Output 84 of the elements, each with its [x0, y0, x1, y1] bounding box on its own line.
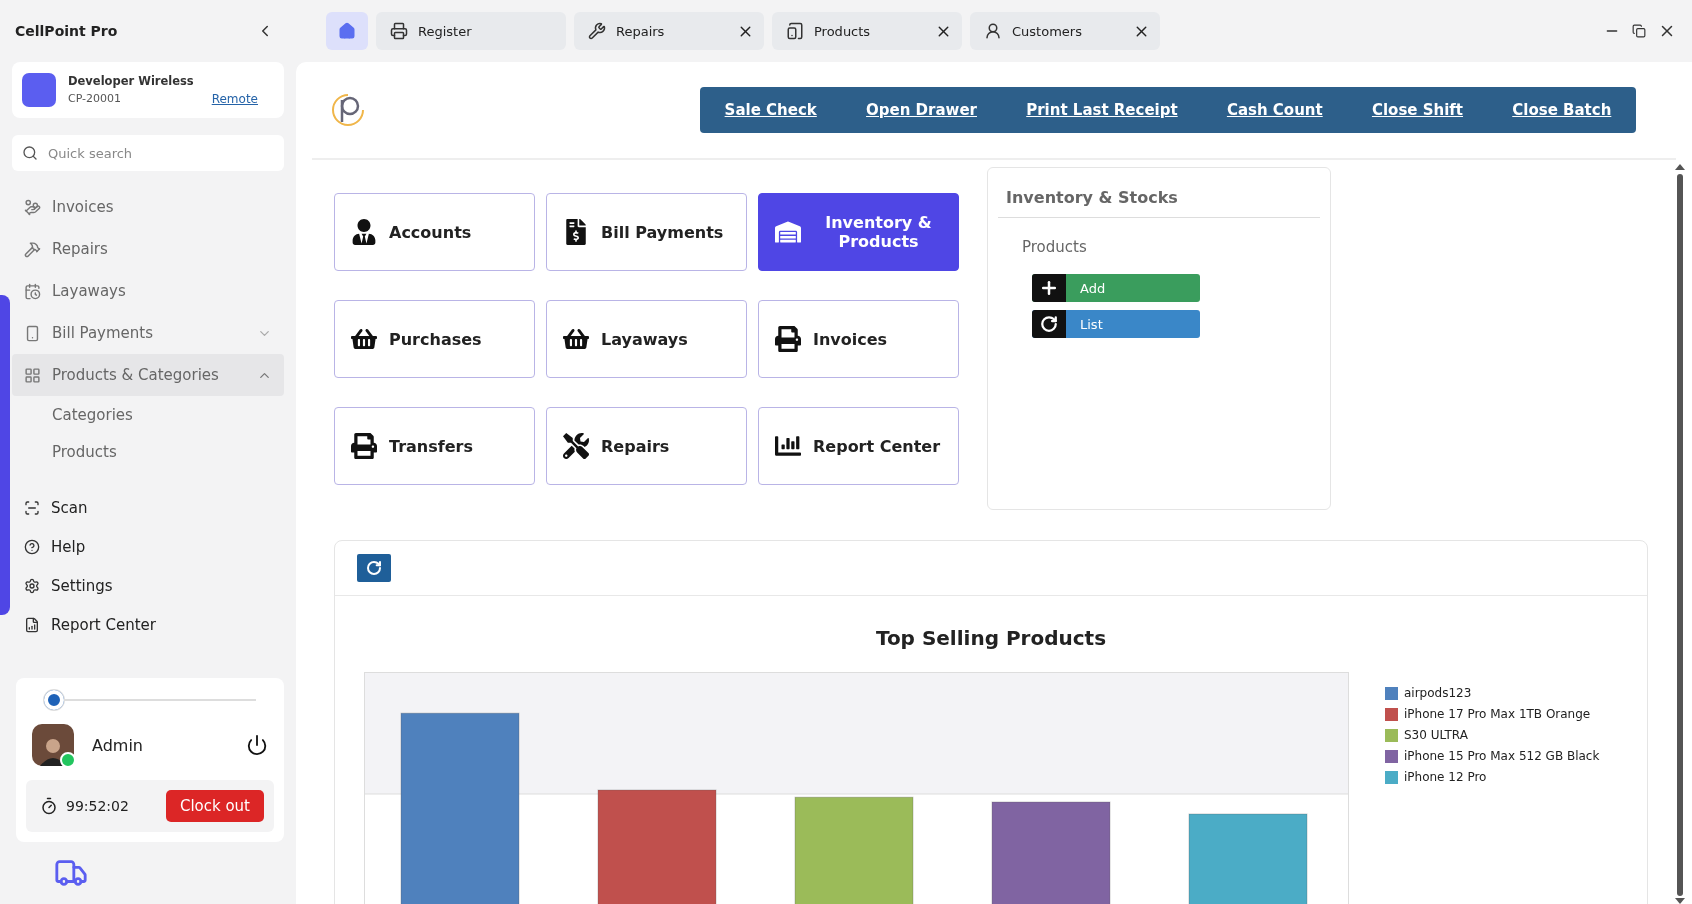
- action-link[interactable]: Close Shift: [1371, 101, 1464, 119]
- module-tile[interactable]: Purchases: [334, 300, 535, 378]
- nav-item[interactable]: Invoices: [12, 186, 284, 228]
- basket-icon: [351, 326, 377, 352]
- tools-icon: [563, 433, 589, 459]
- panel-title: Inventory & Stocks: [998, 188, 1320, 218]
- module-tile[interactable]: Layaways: [546, 300, 747, 378]
- nav-item[interactable]: Scan: [12, 488, 284, 527]
- restore-icon[interactable]: [1632, 24, 1646, 38]
- legend-label: iPhone 15 Pro Max 512 GB Black: [1404, 749, 1600, 763]
- nav-item[interactable]: Settings: [12, 566, 284, 605]
- module-tile[interactable]: Report Center: [758, 407, 959, 485]
- report-icon: [24, 616, 40, 633]
- nav-item[interactable]: Layaways: [12, 270, 284, 312]
- tab[interactable]: Register: [376, 12, 566, 50]
- legend-label: airpods123: [1404, 686, 1472, 700]
- basket-icon: [563, 326, 589, 352]
- user-name: Admin: [92, 735, 144, 755]
- wrench-icon: [588, 22, 606, 40]
- module-tile[interactable]: Accounts: [334, 193, 535, 271]
- nav-item[interactable]: Repairs: [12, 228, 284, 270]
- action-link[interactable]: Open Drawer: [866, 101, 977, 119]
- logo: [330, 92, 366, 128]
- action-link[interactable]: Sale Check: [724, 101, 817, 119]
- printer-icon: [390, 22, 408, 40]
- timer-text: 99:52:02: [66, 798, 130, 814]
- scan-icon: [24, 499, 40, 516]
- devices-icon: [786, 22, 804, 40]
- section-label: Products: [1022, 238, 1088, 256]
- tab[interactable]: Repairs: [574, 12, 764, 50]
- help-icon: [24, 538, 40, 555]
- app-title: CellPoint Pro: [15, 23, 118, 39]
- grid-icon: [24, 366, 41, 384]
- phone-icon: [24, 324, 41, 342]
- legend-label: S30 ULTRA: [1404, 728, 1468, 742]
- person-icon: [351, 219, 377, 245]
- add-button[interactable]: Add: [1032, 274, 1200, 302]
- calendar-clock-icon: [24, 282, 41, 300]
- search-input[interactable]: Quick search: [46, 144, 274, 162]
- chart-title: Top Selling Products: [875, 626, 1107, 650]
- power-icon[interactable]: [246, 734, 268, 756]
- remote-link[interactable]: Remote: [211, 92, 258, 106]
- slider-track[interactable]: [44, 690, 256, 710]
- module-tile[interactable]: Invoices: [758, 300, 959, 378]
- plus-icon: [1039, 278, 1059, 298]
- slider-thumb[interactable]: [44, 690, 64, 710]
- hand-coins-icon: [24, 198, 41, 216]
- search-icon: [22, 145, 38, 161]
- refresh-button[interactable]: [357, 554, 391, 582]
- home-icon: [338, 22, 356, 40]
- nav-item[interactable]: Help: [12, 527, 284, 566]
- search-field[interactable]: Quick search: [12, 135, 284, 171]
- invoice-dollar-icon: [563, 219, 589, 245]
- printer-icon: [351, 433, 377, 459]
- legend-label: iPhone 17 Pro Max 1TB Orange: [1404, 707, 1591, 721]
- account-avatar: [22, 73, 56, 107]
- nav-subitem[interactable]: Products: [12, 433, 284, 470]
- action-link[interactable]: Cash Count: [1226, 101, 1323, 119]
- person-icon: [984, 22, 1002, 40]
- module-tile[interactable]: Bill Payments: [546, 193, 747, 271]
- nav-item[interactable]: Products & Categories: [12, 354, 284, 396]
- action-link[interactable]: Print Last Receipt: [1026, 101, 1178, 119]
- legend-label: iPhone 12 Pro: [1404, 770, 1487, 784]
- module-tile[interactable]: Inventory & Products: [758, 193, 959, 271]
- tab[interactable]: Products: [772, 12, 962, 50]
- home-tab[interactable]: [326, 12, 368, 50]
- hammer-icon: [24, 240, 41, 258]
- bar-chart-icon: [775, 433, 801, 459]
- clock-out-button[interactable]: Clock out: [165, 790, 264, 822]
- tab[interactable]: Customers: [970, 12, 1160, 50]
- nav-subitem[interactable]: Categories: [12, 396, 284, 433]
- printer-icon: [775, 326, 801, 352]
- account-name: Developer Wireless: [68, 74, 195, 88]
- timer-icon: [40, 797, 58, 815]
- refresh-icon: [1040, 315, 1058, 333]
- action-link[interactable]: Close Batch: [1512, 101, 1612, 119]
- nav-item[interactable]: Report Center: [12, 605, 284, 644]
- refresh-icon: [366, 560, 382, 576]
- account-code: CP-20001: [68, 92, 122, 106]
- module-tile[interactable]: Transfers: [334, 407, 535, 485]
- nav-item[interactable]: Bill Payments: [12, 312, 284, 354]
- module-tile[interactable]: Repairs: [546, 407, 747, 485]
- list-button[interactable]: List: [1032, 310, 1200, 338]
- settings-icon: [24, 577, 40, 594]
